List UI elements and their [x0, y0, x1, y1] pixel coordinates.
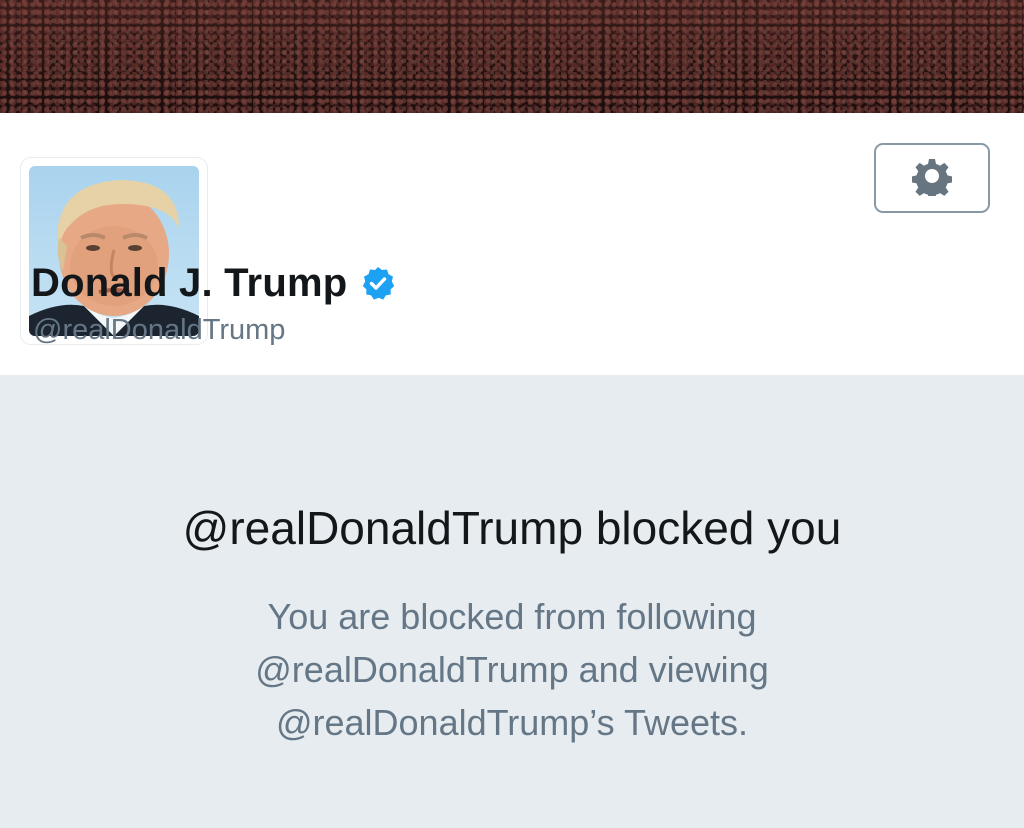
- display-name: Donald J. Trump: [31, 260, 348, 305]
- blocked-message: You are blocked from following @realDona…: [0, 590, 1024, 749]
- name-row: Donald J. Trump: [31, 258, 395, 308]
- blocked-message-line: @realDonaldTrump’s Tweets.: [275, 702, 749, 743]
- avatar-image: [29, 166, 199, 336]
- blocked-message-line: You are blocked from following: [267, 596, 757, 637]
- blocked-message-line: @realDonaldTrump and viewing: [255, 649, 769, 690]
- blocked-title: @realDonaldTrump blocked you: [182, 502, 842, 554]
- settings-button[interactable]: [874, 143, 990, 213]
- header-banner-image: [0, 0, 1024, 113]
- profile-page: Donald J. Trump @realDonaldTrump @realDo…: [0, 0, 1024, 828]
- verified-badge-icon: [361, 266, 395, 300]
- gear-icon: [911, 156, 953, 201]
- profile-handle[interactable]: @realDonaldTrump: [33, 314, 285, 347]
